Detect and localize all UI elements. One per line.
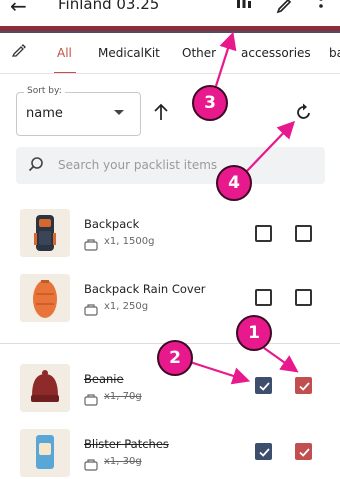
beanie-thumbnail (20, 364, 70, 412)
sort-value: name (26, 106, 63, 121)
list-item[interactable]: Blister Patches x1, 30g (0, 429, 340, 479)
list-item[interactable]: Backpack x1, 1500g (0, 209, 340, 271)
back-arrow-icon[interactable]: ← (10, 0, 27, 18)
header-stripe-secondary (0, 31, 340, 33)
annotation-badge-1: 1 (236, 315, 272, 351)
list-item[interactable]: Backpack Rain Cover x1, 250g (0, 274, 340, 336)
checkbox-secondary[interactable] (295, 289, 312, 306)
item-meta: x1, 1500g (104, 236, 155, 247)
tab-all[interactable]: All (57, 46, 72, 60)
item-name: Beanie (84, 372, 124, 386)
item-meta: x1, 30g (104, 456, 142, 467)
checkbox-primary-checked[interactable] (255, 443, 272, 460)
edit-categories-icon[interactable] (11, 43, 26, 60)
backpack-thumbnail (20, 209, 70, 257)
tab-medicalkit[interactable]: MedicalKit (98, 46, 160, 60)
item-name: Backpack (84, 217, 140, 231)
item-meta: x1, 250g (104, 301, 149, 312)
sort-direction-arrow-up-icon[interactable] (153, 103, 169, 125)
checkbox-secondary-checked[interactable] (295, 377, 312, 394)
page-title: Finland 03.25 (58, 0, 160, 13)
tab-accessories[interactable]: accessories (241, 46, 311, 60)
tabs-divider (0, 73, 340, 74)
item-name: Blister Patches (84, 437, 169, 451)
item-name: Backpack Rain Cover (84, 282, 206, 296)
checkbox-primary[interactable] (255, 289, 272, 306)
annotation-badge-4: 4 (216, 165, 252, 201)
tab-other[interactable]: Other (182, 46, 216, 60)
app-bar: ← Finland 03.25 (0, 0, 340, 26)
annotation-badge-3: 3 (192, 85, 228, 121)
more-vert-icon[interactable] (318, 0, 336, 14)
category-tabs: All MedicalKit Other accessories ba (0, 36, 340, 74)
item-meta: x1, 70g (104, 391, 142, 402)
rain-cover-thumbnail (20, 274, 70, 322)
checkbox-secondary[interactable] (295, 225, 312, 242)
search-input[interactable] (58, 148, 320, 182)
edit-icon[interactable] (276, 0, 294, 14)
tab-ba[interactable]: ba (329, 46, 340, 60)
refresh-icon[interactable] (294, 102, 314, 126)
bar-chart-icon[interactable] (235, 0, 253, 14)
checkbox-secondary-checked[interactable] (295, 443, 312, 460)
blister-patches-thumbnail (20, 429, 70, 477)
sort-label: Sort by: (24, 86, 65, 96)
search-icon (28, 156, 46, 178)
checkbox-primary-checked[interactable] (255, 377, 272, 394)
annotation-badge-2: 2 (157, 340, 193, 376)
checkbox-primary[interactable] (255, 225, 272, 242)
dropdown-caret-icon (114, 110, 124, 115)
